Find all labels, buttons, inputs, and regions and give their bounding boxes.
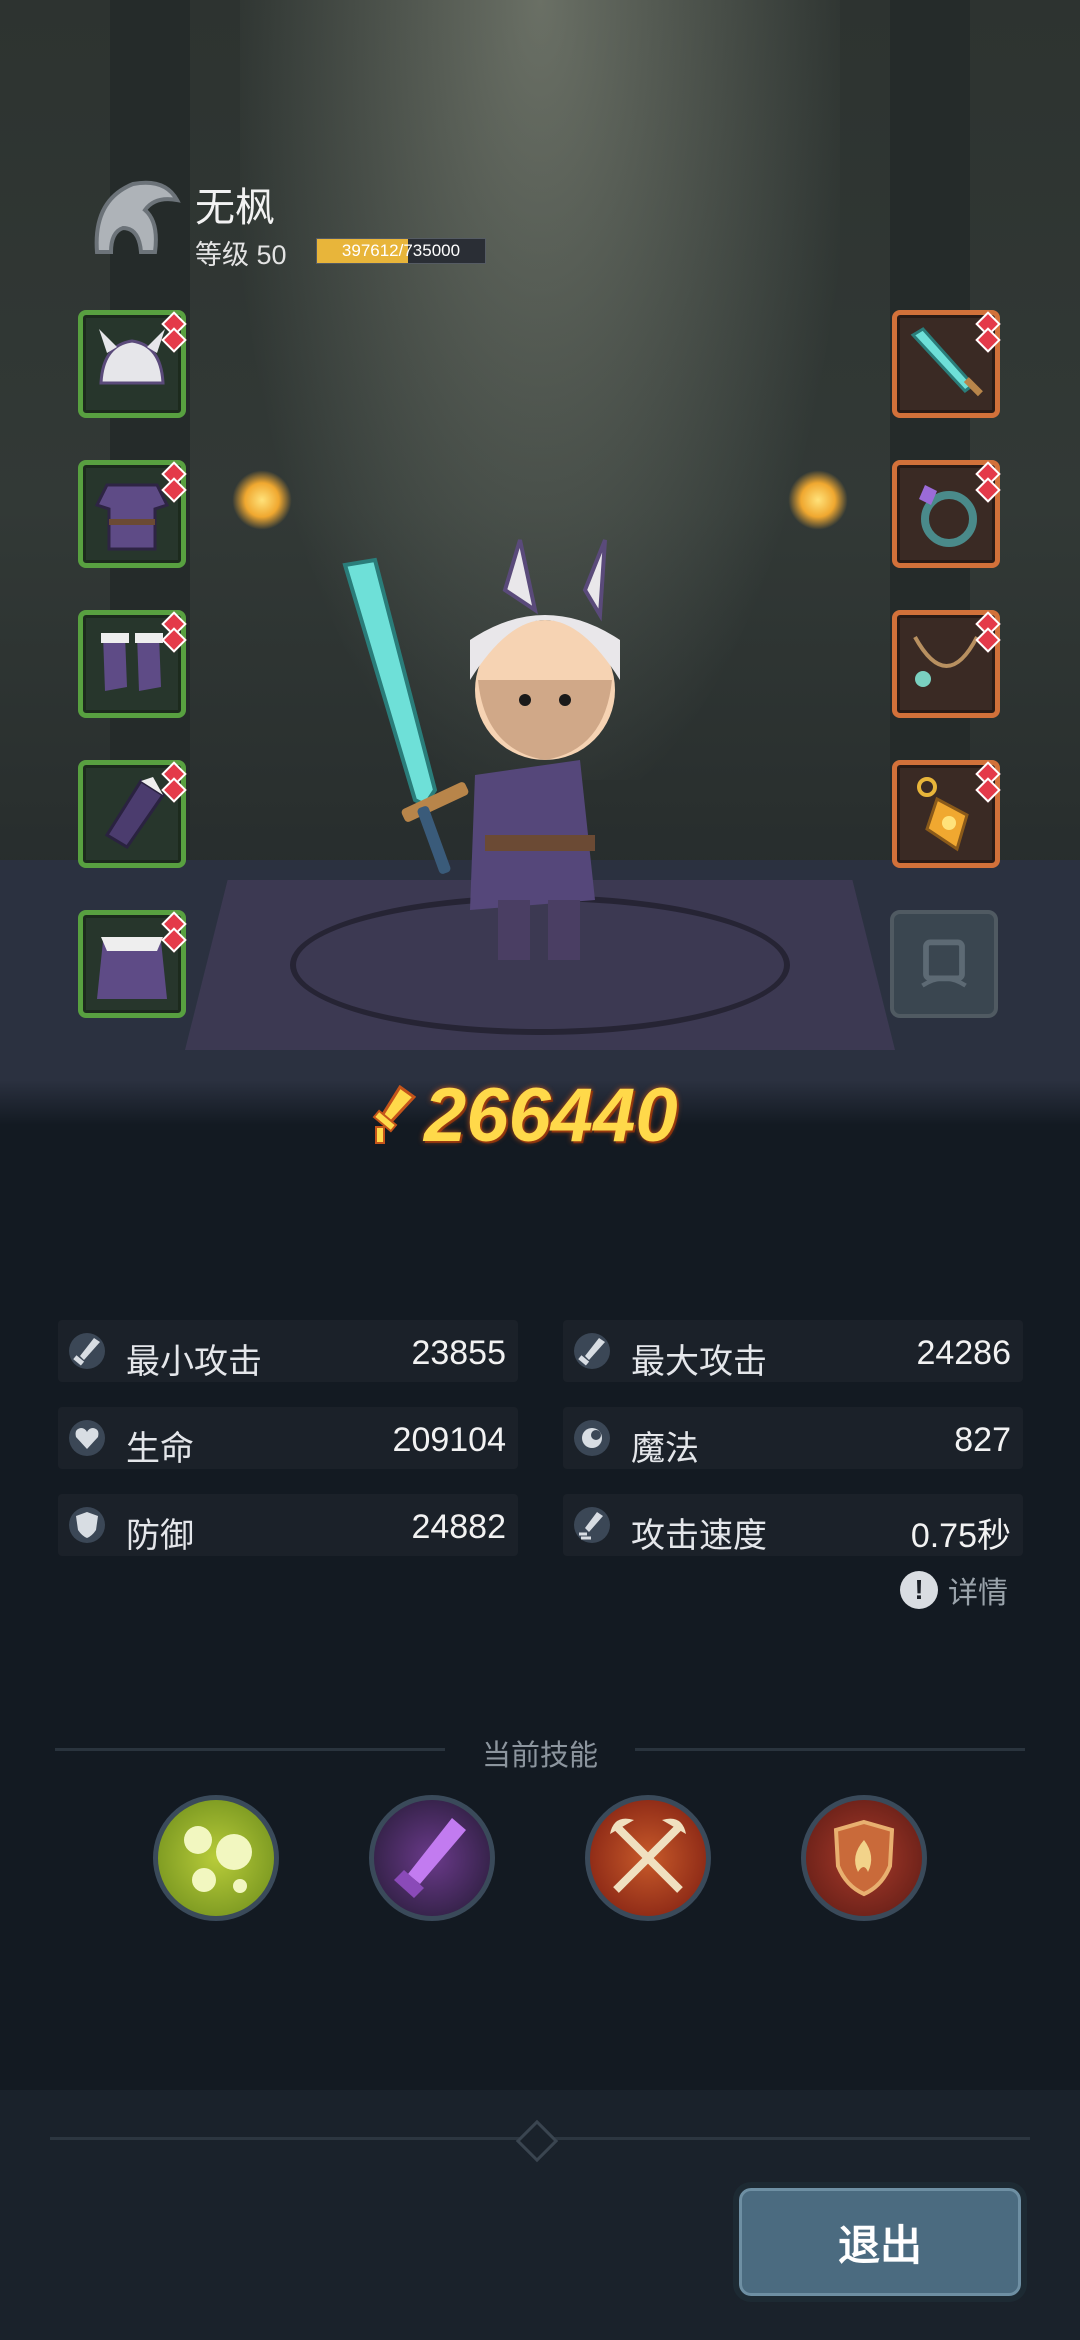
- equip-slot-amulet[interactable]: [892, 760, 1001, 868]
- stat-max-attack: 最大攻击 24286: [563, 1320, 1023, 1382]
- armor-icon: [94, 483, 170, 551]
- blade-icon: [394, 1818, 466, 1898]
- player-level: 等级 50: [195, 240, 287, 270]
- combat-power: 266440: [370, 1073, 678, 1158]
- power-value: 266440: [424, 1072, 678, 1158]
- shield-icon: [833, 1819, 895, 1897]
- equip-slot-helmet[interactable]: [78, 310, 187, 418]
- equip-slot-ring[interactable]: [892, 460, 1001, 568]
- stat-label: 防御: [126, 1517, 194, 1555]
- stat-label: 魔法: [631, 1430, 699, 1468]
- stat-defense: 防御 24882: [58, 1494, 518, 1556]
- skills-title: 当前技能: [481, 1740, 598, 1772]
- skill-crossed-axes[interactable]: [585, 1795, 711, 1921]
- helmet-icon: [99, 329, 165, 385]
- sword-power-icon: [372, 1085, 416, 1144]
- bubbles-icon: [184, 1826, 252, 1893]
- stat-value: 24286: [916, 1334, 1011, 1372]
- avatar-helmet-icon[interactable]: [85, 170, 181, 266]
- equip-slot-empty[interactable]: [890, 910, 998, 1018]
- equip-slot-gauntlets[interactable]: [78, 760, 187, 868]
- equip-slot-cape[interactable]: [78, 910, 187, 1018]
- details-button[interactable]: ! 详情: [900, 1568, 1008, 1612]
- speed-icon: [574, 1507, 610, 1543]
- amulet-icon: [917, 777, 969, 852]
- xp-bar: 397612/735000: [316, 238, 486, 264]
- hero-character: [342, 539, 620, 960]
- details-label: 详情: [948, 1577, 1008, 1610]
- stat-value: 0.75秒: [910, 1517, 1011, 1555]
- skill-flame-shield[interactable]: [801, 1795, 927, 1921]
- xp-text: 397612/735000: [341, 241, 461, 260]
- gauntlets-icon: [104, 777, 166, 850]
- heart-icon: [69, 1420, 105, 1456]
- shield-icon: [69, 1507, 105, 1543]
- axes-icon: [610, 1818, 686, 1893]
- equip-slot-necklace[interactable]: [892, 610, 1001, 718]
- equip-slot-weapon[interactable]: [892, 310, 1001, 418]
- equip-slot-boots[interactable]: [78, 610, 187, 718]
- locked-slot-icon: [921, 939, 967, 988]
- player-name: 无枫: [195, 186, 275, 230]
- skill-shadow-blade[interactable]: [369, 1795, 495, 1921]
- stat-min-attack: 最小攻击 23855: [58, 1320, 518, 1382]
- equip-slot-armor[interactable]: [78, 460, 187, 568]
- boots-icon: [101, 633, 163, 691]
- cape-icon: [97, 937, 167, 999]
- mana-icon: [574, 1420, 610, 1456]
- stat-value: 24882: [411, 1508, 506, 1546]
- exit-button[interactable]: 退出: [733, 2182, 1027, 2302]
- ring-icon: [919, 485, 977, 547]
- stat-label: 最小攻击: [126, 1343, 262, 1381]
- stat-attack-speed: 攻击速度 0.75秒: [563, 1494, 1023, 1556]
- sword-icon: [910, 327, 983, 397]
- stat-value: 827: [954, 1421, 1011, 1459]
- sword-icon: [69, 1333, 105, 1369]
- stat-mana: 魔法 827: [563, 1407, 1023, 1469]
- necklace-icon: [913, 636, 979, 687]
- torch-icon: [232, 470, 292, 530]
- torch-icon: [788, 470, 848, 530]
- stat-label: 最大攻击: [631, 1343, 767, 1381]
- skill-poison-bubbles[interactable]: [153, 1795, 279, 1921]
- stat-hp: 生命 209104: [58, 1407, 518, 1469]
- info-icon: !: [900, 1571, 938, 1609]
- stat-value: 23855: [411, 1334, 506, 1372]
- sword-icon: [574, 1333, 610, 1369]
- stat-label: 生命: [126, 1430, 194, 1468]
- stat-value: 209104: [392, 1421, 506, 1459]
- stat-label: 攻击速度: [631, 1517, 767, 1555]
